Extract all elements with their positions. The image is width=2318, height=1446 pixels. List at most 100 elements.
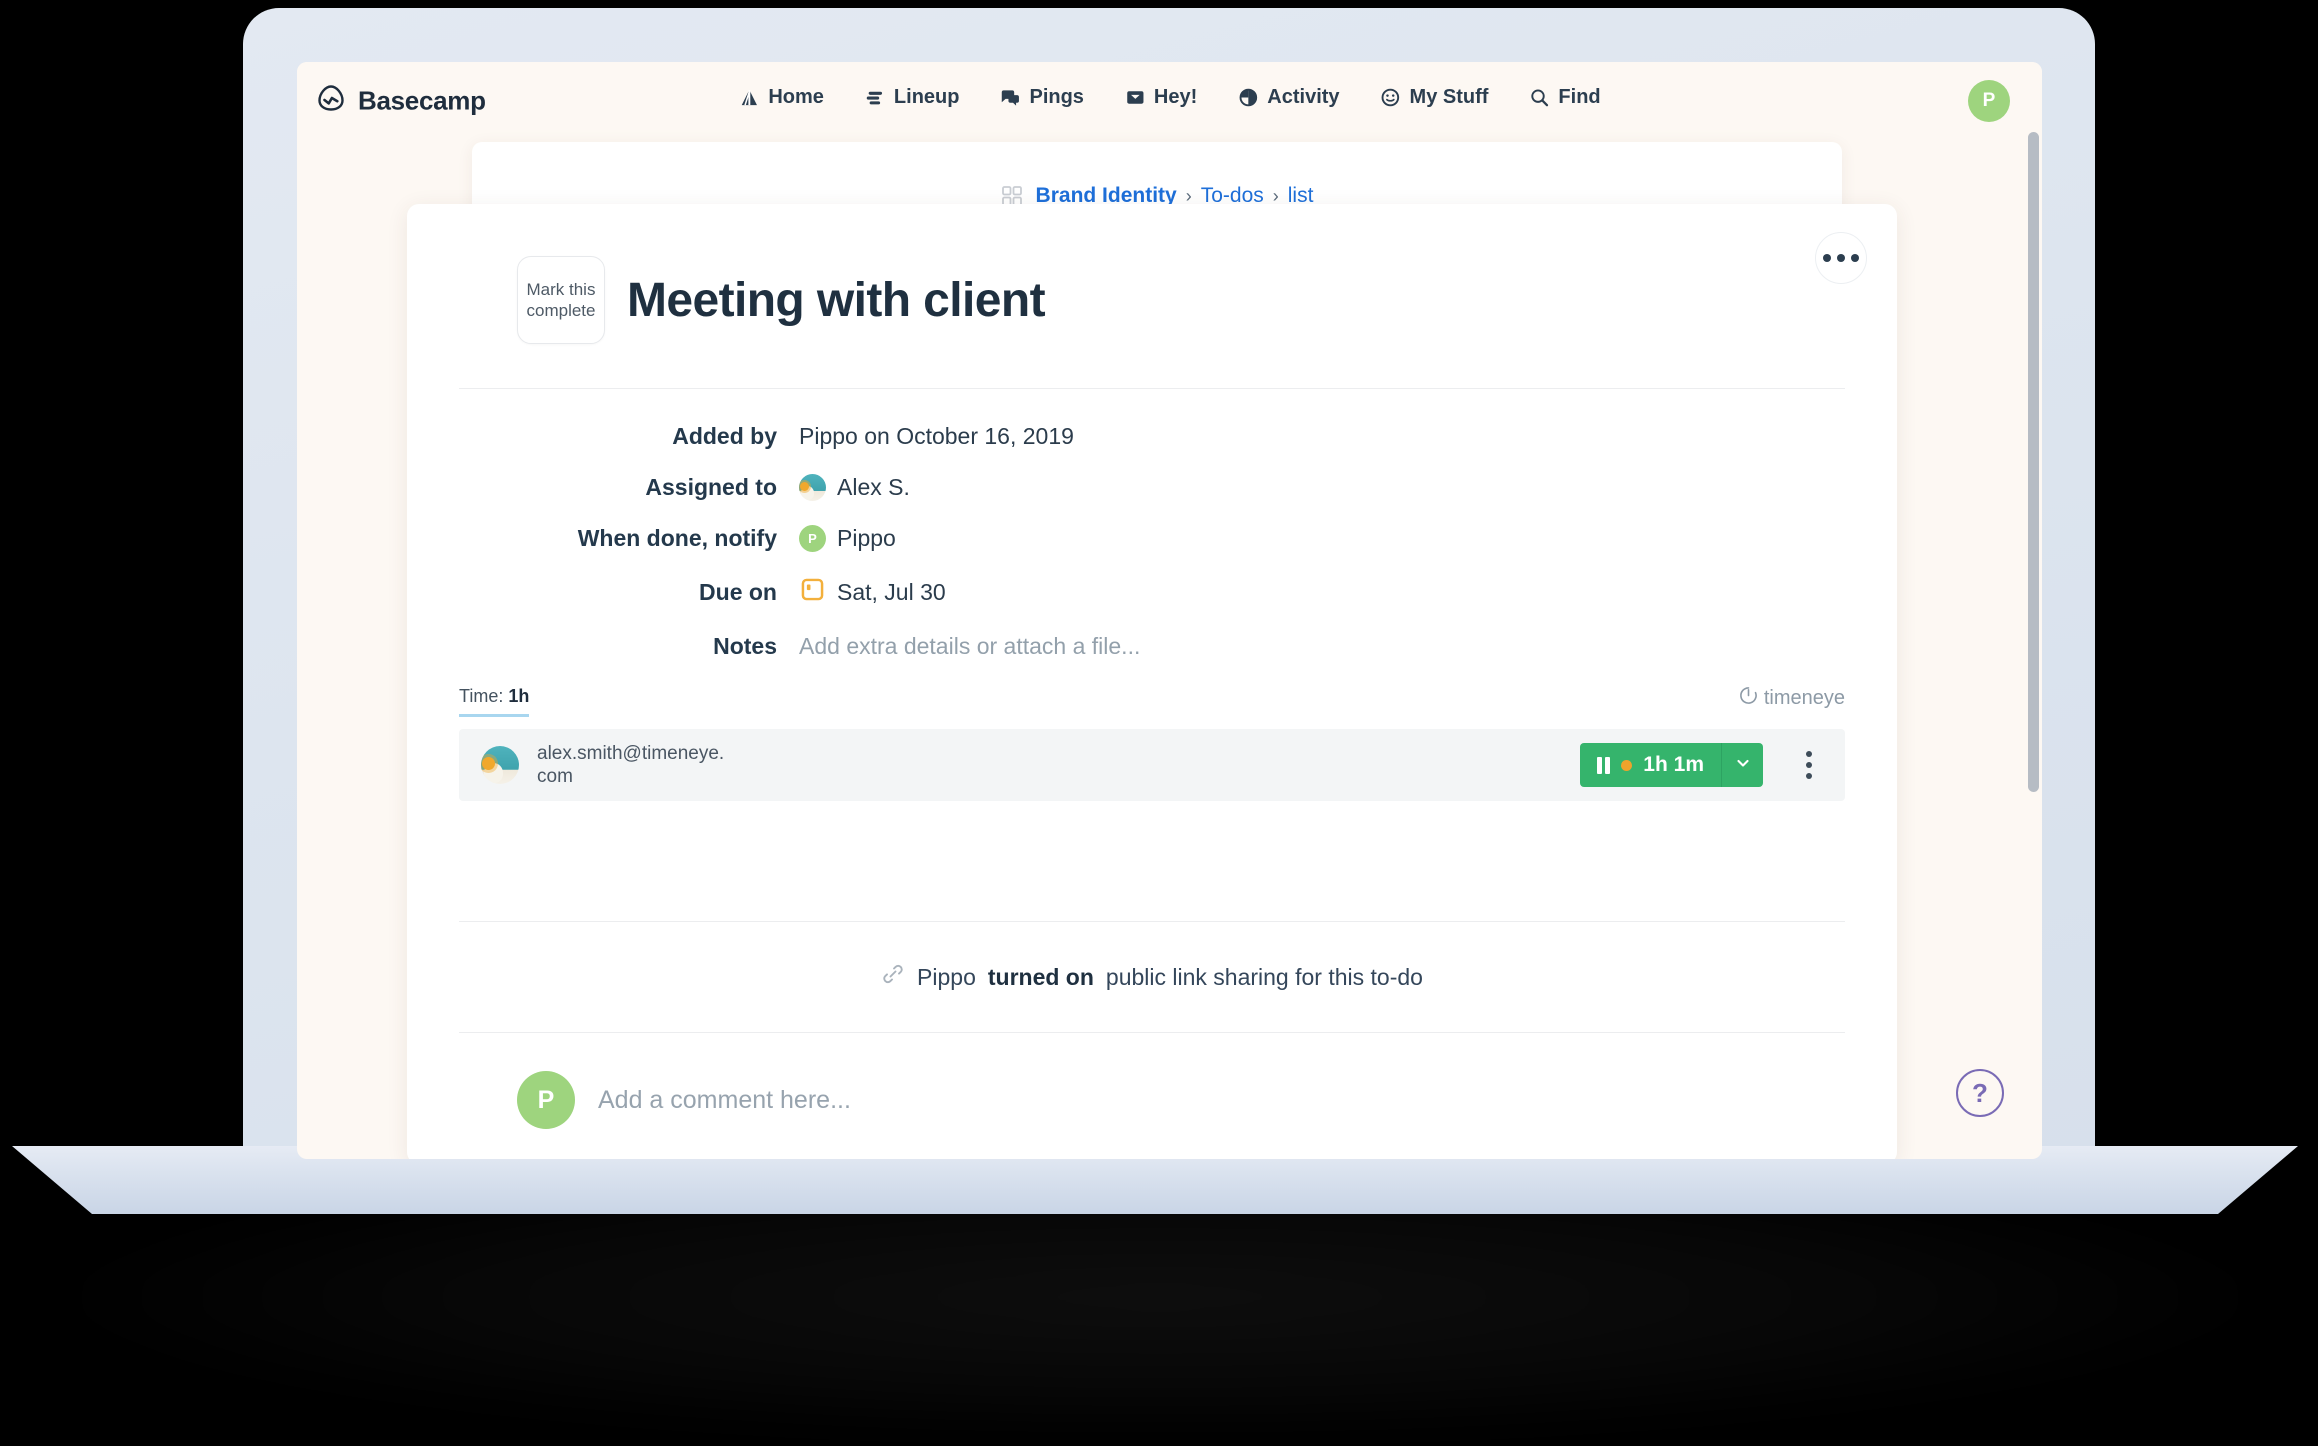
metadata-text: Pippo on October 16, 2019 [799,423,1074,449]
brand-name: Basecamp [358,85,486,116]
pause-icon [1596,756,1611,774]
chevron-down-icon [1735,755,1751,776]
notify-avatar: P [799,525,826,552]
screenshot-stage: Basecamp Home Lineup Pings Hey! Activity… [0,0,2318,1446]
timeneye-logo: timeneye [1739,686,1845,717]
main-nav: Home Lineup Pings Hey! Activity My Stuff… [738,86,1601,109]
todo-title-row: Mark this complete Meeting with client [407,204,1897,344]
time-label: Time: [459,686,504,706]
assignee-avatar [799,474,826,501]
notes-placeholder[interactable]: Add extra details or attach a file... [799,633,1140,660]
metadata-value[interactable]: Alex S. [799,474,910,501]
timeneye-entry-row: alex.smith@timeneye. com 1h 1m [459,729,1845,801]
mark-complete-line1: Mark this [526,279,596,299]
metadata-row-notes: Notes Add extra details or attach a file… [407,633,1897,660]
metadata-value[interactable]: P Pippo [799,525,896,552]
lineup-bars-icon [864,87,886,109]
metadata-label: Due on [699,579,777,605]
basecamp-logo-icon [315,83,347,120]
metadata-row-assigned-to: Assigned to Alex S. [407,474,1897,501]
nav-item-activity[interactable]: Activity [1237,86,1340,109]
metadata-row-due-on: Due on Sat, Jul 30 [407,576,1897,609]
timeneye-entry-menu-button[interactable] [1791,751,1827,779]
activity-entry: Pippo turned on public link sharing for … [407,922,1897,992]
ellipsis-icon [1837,254,1845,262]
pie-clock-icon [1237,87,1259,109]
inbox-tray-icon [1124,87,1146,109]
metadata-value[interactable]: Sat, Jul 30 [799,576,946,609]
timeneye-header: Time: 1h timeneye [459,686,1845,717]
nav-item-home[interactable]: Home [738,86,824,109]
link-chain-icon [881,962,905,992]
nav-item-my-stuff[interactable]: My Stuff [1380,86,1489,109]
nav-item-hey[interactable]: Hey! [1124,86,1197,109]
search-icon [1528,87,1550,109]
time-value: 1h [508,686,530,706]
todo-overflow-menu-button[interactable] [1815,232,1867,284]
nav-label: Lineup [893,86,960,108]
metadata-label: When done, notify [577,525,777,551]
question-mark-icon: ? [1972,1077,1988,1108]
nav-label: Find [1558,86,1601,108]
timeneye-circle-icon [1739,686,1758,711]
laptop-shadow [60,1180,2260,1440]
nav-label: Home [768,86,824,108]
comment-avatar: P [517,1071,575,1129]
avatar-initial: P [808,531,817,546]
brand-logo[interactable]: Basecamp [315,83,486,120]
home-tent-icon [738,87,760,109]
nav-label: My Stuff [1409,86,1489,108]
metadata-label: Added by [672,423,777,449]
activity-actor: Pippo [917,963,976,990]
metadata-label: Notes [713,633,777,659]
email-line-2: com [537,766,573,787]
timer-toggle[interactable]: 1h 1m [1580,743,1721,787]
chat-bubbles-icon [999,87,1021,109]
nav-label: Hey! [1153,86,1198,108]
nav-item-find[interactable]: Find [1528,86,1601,109]
activity-action: turned on [987,963,1094,990]
vertical-ellipsis-icon [1806,773,1812,779]
nav-label: Activity [1267,86,1340,108]
calendar-icon [799,576,826,609]
metadata-text: Sat, Jul 30 [837,579,946,605]
mark-complete-line2: complete [526,301,596,320]
timeneye-user-avatar [481,746,519,784]
metadata-row-added-by: Added by Pippo on October 16, 2019 [407,423,1897,450]
account-avatar[interactable]: P [1968,80,2010,122]
app-topbar: Basecamp Home Lineup Pings Hey! Activity… [297,62,2042,140]
nav-item-lineup[interactable]: Lineup [864,86,960,109]
timeneye-user-email: alex.smith@timeneye. com [537,742,724,788]
ellipsis-icon [1823,254,1831,262]
todo-title: Meeting with client [627,273,1046,327]
activity-rest: public link sharing for this to-do [1105,963,1423,990]
smiley-face-icon [1380,87,1402,109]
avatar-initial: P [1982,90,1996,111]
timeneye-logo-text: timeneye [1763,687,1845,709]
timer-elapsed: 1h 1m [1643,753,1704,776]
help-button[interactable]: ? [1956,1069,2004,1117]
laptop-screen: Basecamp Home Lineup Pings Hey! Activity… [297,62,2042,1159]
nav-item-pings[interactable]: Pings [999,86,1084,109]
timeneye-widget: Time: 1h timeneye alex.smith@timeneye. c… [459,686,1845,801]
timeneye-total-time: Time: 1h [459,686,530,717]
timer-dropdown-button[interactable] [1721,743,1763,787]
metadata-text: Alex S. [837,474,910,500]
ellipsis-icon [1851,254,1859,262]
running-indicator-dot [1621,759,1633,771]
comment-composer[interactable]: P Add a comment here... [407,1033,1897,1129]
metadata-label: Assigned to [645,474,777,500]
mark-complete-button[interactable]: Mark this complete [517,256,605,344]
timeneye-timer-button[interactable]: 1h 1m [1579,743,1763,787]
metadata-row-when-done-notify: When done, notify P Pippo [407,525,1897,552]
metadata-text: Pippo [837,525,896,551]
vertical-ellipsis-icon [1806,751,1812,757]
metadata-value: Pippo on October 16, 2019 [799,423,1074,450]
metadata-text: Add extra details or attach a file... [799,633,1141,659]
todo-metadata: Added by Pippo on October 16, 2019 Assig… [407,389,1897,660]
page-scrollbar[interactable] [2028,132,2039,792]
comment-placeholder: Add a comment here... [598,1085,851,1114]
avatar-initial: P [537,1085,555,1114]
vertical-ellipsis-icon [1806,762,1812,768]
email-line-1: alex.smith@timeneye. [537,742,725,764]
